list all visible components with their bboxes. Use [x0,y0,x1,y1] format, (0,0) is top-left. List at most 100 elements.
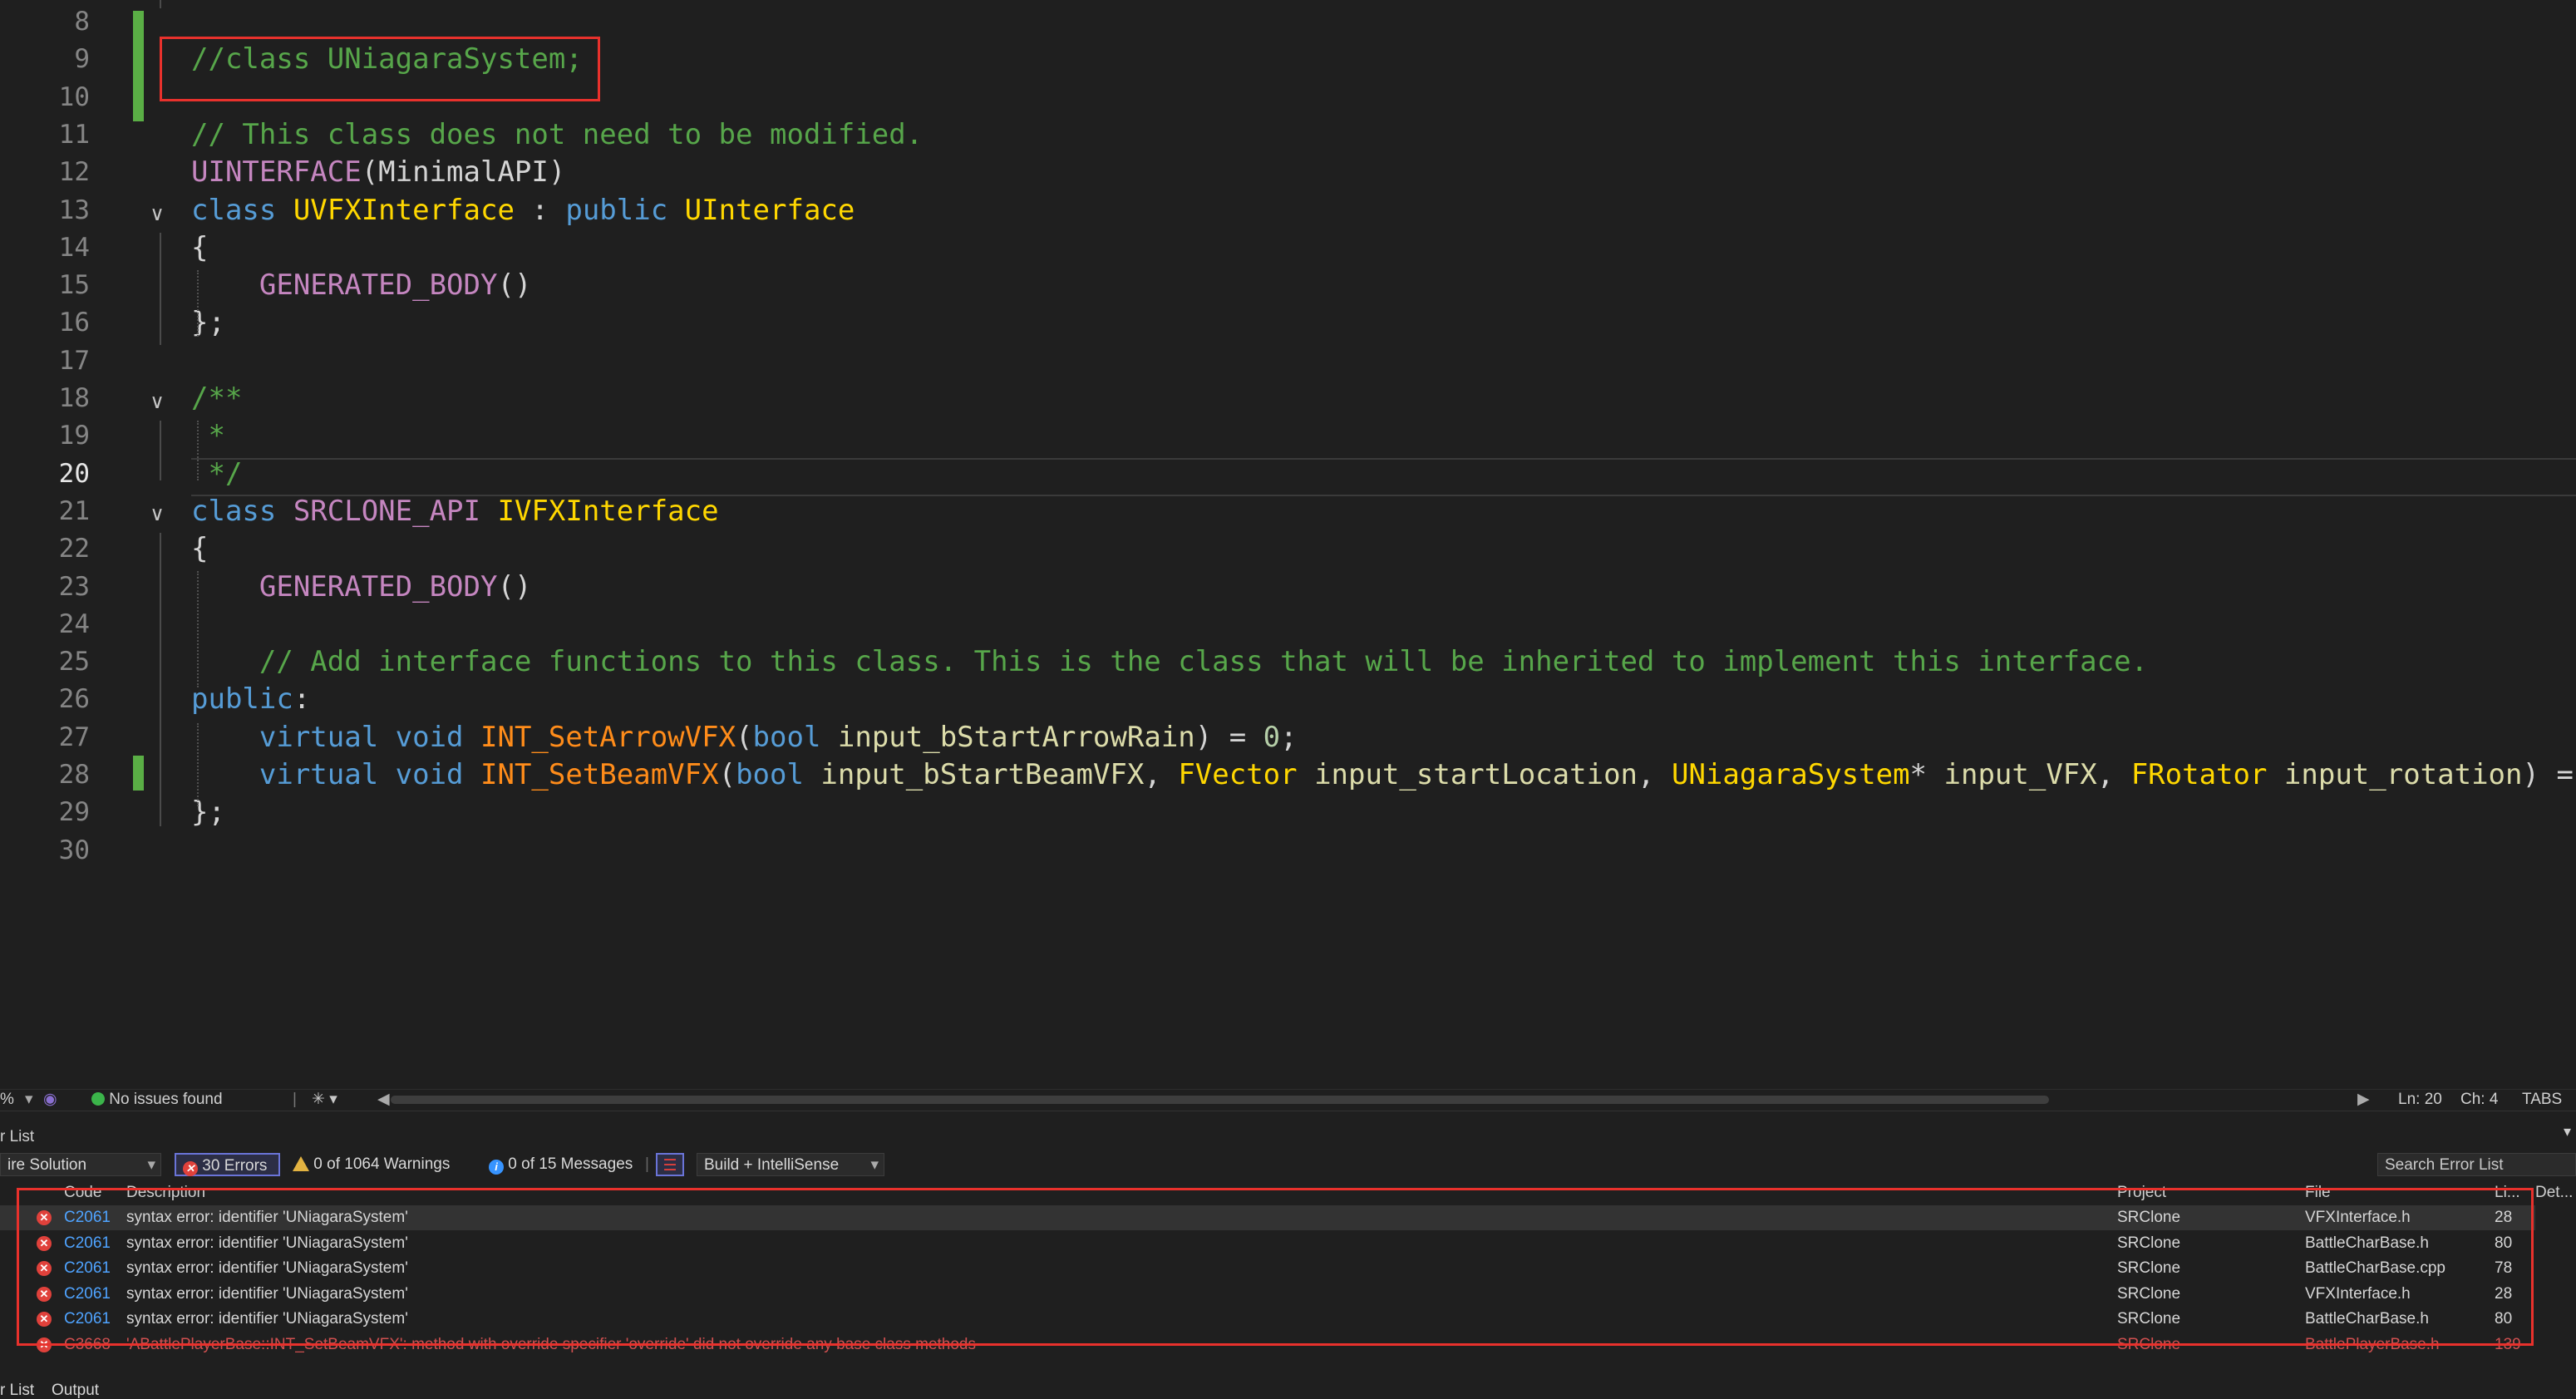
code-text[interactable]: { [191,530,208,567]
fold-chevron-down-icon[interactable]: ∨ [147,496,167,533]
code-text[interactable]: GENERATED_BODY() [191,569,531,605]
issues-indicator[interactable]: No issues found [91,1090,223,1110]
filter-list-icon[interactable]: ☰ [656,1153,684,1176]
error-list-panel: r List ▾ ire Solution ▾ ✕ 30 Errors 0 of… [0,1111,2576,1399]
scope-line [160,0,161,8]
code-token: : [293,682,310,716]
code-line[interactable]: 28 virtual void INT_SetBeamVFX(bool inpu… [0,756,2576,793]
zoom-dropdown-icon[interactable]: ▾ [25,1090,33,1110]
code-line[interactable]: 24 [0,606,2576,643]
code-editor[interactable]: 89//class UNiagaraSystem;1011// This cla… [0,0,2576,1089]
code-line[interactable]: 14{ [0,229,2576,266]
info-icon: i [489,1160,504,1175]
code-line[interactable]: 17 [0,342,2576,379]
scope-dropdown[interactable]: ire Solution ▾ [0,1153,161,1176]
code-text[interactable]: class SRCLONE_API IVFXInterface [191,493,719,530]
code-token: ( [719,758,736,791]
panel-menu-chevron-icon[interactable]: ▾ [2564,1123,2571,1140]
bottom-tab-strip: r List Output [0,1382,2576,1399]
code-line[interactable]: 20 */ [0,456,2576,492]
line-number: 9 [0,41,90,77]
scroll-left-icon[interactable]: ◀ [377,1090,390,1110]
code-text[interactable]: // This class does not need to be modifi… [191,116,923,153]
code-text[interactable]: GENERATED_BODY() [191,267,531,303]
indent-mode[interactable]: TABS [2522,1090,2562,1110]
code-token: () [497,268,531,302]
line-number: 18 [0,380,90,416]
line-number: 15 [0,267,90,303]
horizontal-scrollbar[interactable] [391,1096,2351,1104]
code-line[interactable]: 26public: [0,681,2576,717]
code-token [191,570,259,603]
code-token: INT_SetArrowVFX [480,721,736,754]
code-line[interactable]: 15 GENERATED_BODY() [0,267,2576,303]
errors-filter-toggle[interactable]: ✕ 30 Errors [175,1153,280,1176]
copilot-icon[interactable]: ◉ [43,1090,57,1110]
tab-error-list[interactable]: r List [0,1382,34,1399]
code-text[interactable]: /** [191,380,242,416]
code-line[interactable]: 16}; [0,304,2576,341]
build-filter-dropdown[interactable]: Build + IntelliSense ▾ [697,1153,884,1176]
line-indicator[interactable]: Ln: 20 [2398,1090,2442,1110]
warnings-filter-toggle[interactable]: 0 of 1064 Warnings [293,1153,450,1176]
code-token: , [1144,758,1178,791]
code-cleanup-icon[interactable]: ✳ ▾ [312,1090,337,1110]
line-number: 29 [0,794,90,830]
code-token: 0 [1263,721,1280,754]
zoom-level[interactable]: % [0,1090,14,1110]
fold-chevron-down-icon[interactable]: ∨ [147,196,167,233]
line-number: 27 [0,719,90,756]
code-text[interactable]: public: [191,681,310,717]
line-number: 13 [0,192,90,229]
line-number: 20 [0,456,90,492]
code-line[interactable]: 25 // Add interface functions to this cl… [0,643,2576,680]
code-text[interactable]: class UVFXInterface : public UInterface [191,192,855,229]
code-text[interactable]: UINTERFACE(MinimalAPI) [191,154,565,190]
code-line[interactable]: 27 virtual void INT_SetArrowVFX(bool inp… [0,719,2576,756]
messages-count: 0 of 15 Messages [508,1155,633,1173]
code-text[interactable]: // Add interface functions to this class… [191,643,2148,680]
scroll-right-icon[interactable]: ▶ [2357,1090,2370,1110]
code-line[interactable]: 12UINTERFACE(MinimalAPI) [0,154,2576,190]
code-line[interactable]: 18 /** [0,380,2576,416]
code-text[interactable]: { [191,229,208,266]
code-line[interactable]: 21 class SRCLONE_API IVFXInterface [0,493,2576,530]
code-token: public [565,194,684,227]
chevron-down-icon: ▾ [870,1154,879,1177]
fold-chevron-down-icon[interactable]: ∨ [147,384,167,421]
code-line[interactable]: 22{ [0,530,2576,567]
column-indicator[interactable]: Ch: 4 [2460,1090,2498,1110]
code-token: void [396,758,480,791]
code-token: public [191,682,293,716]
line-number: 19 [0,417,90,454]
code-line[interactable]: 13 class UVFXInterface : public UInterfac… [0,192,2576,229]
code-line[interactable]: 23 GENERATED_BODY() [0,569,2576,605]
tab-output[interactable]: Output [52,1382,99,1399]
search-error-list-input[interactable]: Search Error List [2377,1153,2576,1176]
line-number: 21 [0,493,90,530]
code-line[interactable]: 30 [0,832,2576,869]
separator: | [293,1090,297,1110]
separator: | [645,1153,649,1176]
code-text[interactable]: */ [191,456,242,492]
code-line[interactable]: 11// This class does not need to be modi… [0,116,2576,153]
line-number: 25 [0,643,90,680]
column-header-details[interactable]: Det... [2535,1185,2573,1201]
code-token: , [2097,758,2131,791]
code-token: SRCLONE_API [293,495,498,528]
code-line[interactable]: 29}; [0,794,2576,830]
line-number: 30 [0,832,90,869]
code-line[interactable]: 19 * [0,417,2576,454]
code-token: virtual [191,758,396,791]
code-token: */ [191,457,242,490]
code-text[interactable]: virtual void INT_SetArrowVFX(bool input_… [191,719,1298,756]
scrollbar-thumb[interactable] [391,1096,2049,1104]
code-token: ; [1280,721,1297,754]
indent-guide [197,421,199,480]
code-token: class [191,194,293,227]
change-indicator [133,11,144,121]
code-line[interactable]: 8 [0,3,2576,40]
code-text[interactable]: virtual void INT_SetBeamVFX(bool input_b… [191,756,2576,793]
messages-filter-toggle[interactable]: i 0 of 15 Messages [489,1153,633,1176]
code-token: /** [191,382,242,415]
